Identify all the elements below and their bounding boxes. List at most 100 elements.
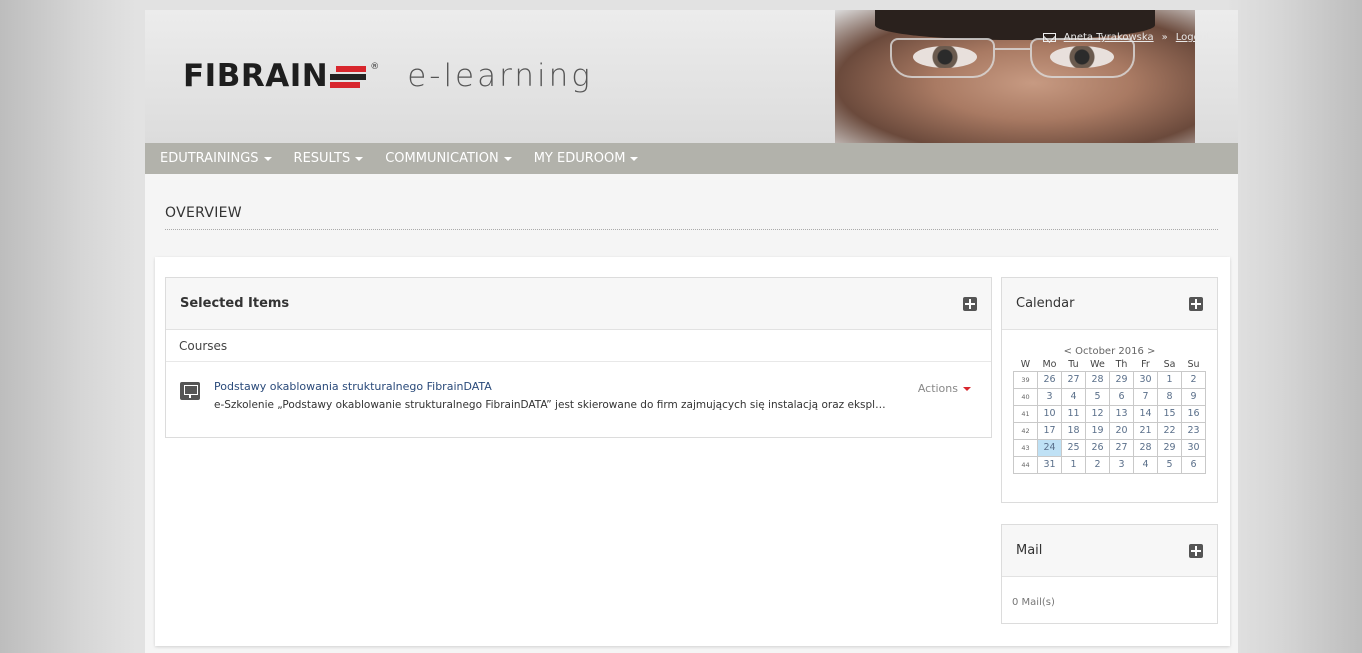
calendar-day[interactable]: 24 xyxy=(1037,438,1062,457)
calendar-day[interactable]: 9 xyxy=(1181,387,1206,406)
actions-dropdown[interactable]: Actions xyxy=(918,382,971,395)
calendar-day[interactable]: 23 xyxy=(1181,421,1206,440)
calendar-day-header: Mo xyxy=(1042,359,1057,371)
course-description: e-Szkolenie „Podstawy okablowanie strukt… xyxy=(214,399,886,411)
nav-results[interactable]: RESULTS xyxy=(294,151,364,166)
user-bar: Aneta Tyrakowska » Logout xyxy=(1042,32,1210,43)
nav-label: MY EDUROOM xyxy=(533,151,626,166)
panel-title: Mail xyxy=(1016,543,1043,558)
calendar-week-row: 40 3 4 5 6 7 8 9 xyxy=(1013,387,1206,406)
page-title: OVERVIEW xyxy=(165,205,242,221)
calendar-day[interactable]: 5 xyxy=(1085,387,1110,406)
settings-icon[interactable] xyxy=(963,296,977,311)
registered-mark: ® xyxy=(370,62,380,72)
settings-icon[interactable] xyxy=(1189,296,1203,311)
mail-count[interactable]: 0 Mail(s) xyxy=(1002,577,1217,608)
calendar-day[interactable]: 7 xyxy=(1133,387,1158,406)
calendar-panel: Calendar < October 2016 > W Mo Tu We Th Fr Sa S… xyxy=(1001,277,1218,503)
calendar-day[interactable]: 31 xyxy=(1037,455,1062,474)
calendar-day[interactable]: 21 xyxy=(1133,421,1158,440)
calendar-day[interactable]: 30 xyxy=(1133,370,1158,389)
week-number: 39 xyxy=(1013,370,1038,389)
settings-icon[interactable] xyxy=(1189,543,1203,558)
page: FIBRAIN ® e-learning Aneta Tyrakowska » … xyxy=(145,10,1238,653)
calendar-day-header: Fr xyxy=(1141,359,1150,371)
nav-label: RESULTS xyxy=(293,151,351,166)
chevron-down-icon xyxy=(503,156,512,161)
calendar-day[interactable]: 1 xyxy=(1061,455,1086,474)
calendar-day[interactable]: 18 xyxy=(1061,421,1086,440)
user-separator: » xyxy=(1161,32,1168,43)
calendar-day[interactable]: 27 xyxy=(1109,438,1134,457)
week-number: 41 xyxy=(1013,404,1038,423)
calendar-day[interactable]: 27 xyxy=(1061,370,1086,389)
calendar-day[interactable]: 25 xyxy=(1061,438,1086,457)
logout-link[interactable]: Logout xyxy=(1176,32,1210,43)
nav-label: EDUTRAININGS xyxy=(160,151,259,166)
list-item: Podstawy okablowania strukturalnego Fibr… xyxy=(166,362,991,436)
calendar-day[interactable]: 26 xyxy=(1085,438,1110,457)
calendar-day[interactable]: 29 xyxy=(1109,370,1134,389)
calendar-day[interactable]: 26 xyxy=(1037,370,1062,389)
nav-edutrainings[interactable]: EDUTRAININGS xyxy=(160,151,272,166)
panel-header: Mail xyxy=(1002,525,1217,577)
calendar-day[interactable]: 19 xyxy=(1085,421,1110,440)
calendar-day[interactable]: 6 xyxy=(1109,387,1134,406)
calendar-week-row: 42 17 18 19 20 21 22 23 xyxy=(1013,421,1206,440)
brand-mark-icon xyxy=(330,66,367,88)
calendar-day[interactable]: 2 xyxy=(1181,370,1206,389)
fibrain-logo[interactable]: FIBRAIN ® e-learning xyxy=(183,58,593,94)
calendar-day-header: W xyxy=(1020,359,1031,371)
calendar-day[interactable]: 30 xyxy=(1181,438,1206,457)
calendar-day[interactable]: 3 xyxy=(1037,387,1062,406)
calendar-day[interactable]: 2 xyxy=(1085,455,1110,474)
next-month-button[interactable]: > xyxy=(1147,346,1155,357)
panel-header: Calendar xyxy=(1002,278,1217,330)
calendar-day-header: Tu xyxy=(1068,359,1079,371)
chevron-down-icon xyxy=(630,156,639,161)
nav-communication[interactable]: COMMUNICATION xyxy=(385,151,512,166)
calendar-day[interactable]: 17 xyxy=(1037,421,1062,440)
chevron-down-icon xyxy=(263,156,272,161)
calendar-day[interactable]: 5 xyxy=(1157,455,1182,474)
calendar-day[interactable]: 20 xyxy=(1109,421,1134,440)
calendar-day[interactable]: 12 xyxy=(1085,404,1110,423)
panel-title: Selected Items xyxy=(180,296,290,311)
calendar-day-header: Sa xyxy=(1163,359,1176,371)
calendar-day[interactable]: 22 xyxy=(1157,421,1182,440)
calendar-day[interactable]: 11 xyxy=(1061,404,1086,423)
title-divider xyxy=(165,229,1218,230)
calendar-day[interactable]: 10 xyxy=(1037,404,1062,423)
calendar-day[interactable]: 28 xyxy=(1085,370,1110,389)
actions-label: Actions xyxy=(917,382,958,395)
calendar-week-row: 44 31 1 2 3 4 5 6 xyxy=(1013,455,1206,474)
section-heading: Courses xyxy=(166,330,991,362)
calendar-grid: W Mo Tu We Th Fr Sa Su 39 26 27 28 29 30 1 2 40 3 4 5 6 7 8 9 4… xyxy=(1013,359,1206,474)
calendar-day[interactable]: 8 xyxy=(1157,387,1182,406)
calendar-day[interactable]: 3 xyxy=(1109,455,1134,474)
calendar-week-row: 39 26 27 28 29 30 1 2 xyxy=(1013,370,1206,389)
calendar-day[interactable]: 29 xyxy=(1157,438,1182,457)
calendar-day[interactable]: 13 xyxy=(1109,404,1134,423)
calendar-day[interactable]: 14 xyxy=(1133,404,1158,423)
calendar-day[interactable]: 4 xyxy=(1133,455,1158,474)
calendar-day[interactable]: 16 xyxy=(1181,404,1206,423)
calendar-day[interactable]: 1 xyxy=(1157,370,1182,389)
course-link[interactable]: Podstawy okablowania strukturalnego Fibr… xyxy=(214,380,977,393)
week-number: 43 xyxy=(1013,438,1038,457)
prev-month-button[interactable]: < xyxy=(1064,346,1072,357)
calendar-week-row: 43 24 25 26 27 28 29 30 xyxy=(1013,438,1206,457)
chevron-down-icon xyxy=(963,386,971,391)
calendar-day[interactable]: 6 xyxy=(1181,455,1206,474)
calendar-day[interactable]: 28 xyxy=(1133,438,1158,457)
mail-icon[interactable] xyxy=(1042,33,1056,42)
week-number: 44 xyxy=(1013,455,1038,474)
brand-name: FIBRAIN xyxy=(183,58,329,94)
week-number: 40 xyxy=(1013,387,1038,406)
calendar-day[interactable]: 15 xyxy=(1157,404,1182,423)
nav-my-eduroom[interactable]: MY EDUROOM xyxy=(534,151,639,166)
header: FIBRAIN ® e-learning Aneta Tyrakowska » … xyxy=(145,10,1238,143)
calendar-week-row: 41 10 11 12 13 14 15 16 xyxy=(1013,404,1206,423)
calendar-day[interactable]: 4 xyxy=(1061,387,1086,406)
user-name-link[interactable]: Aneta Tyrakowska xyxy=(1064,32,1154,43)
